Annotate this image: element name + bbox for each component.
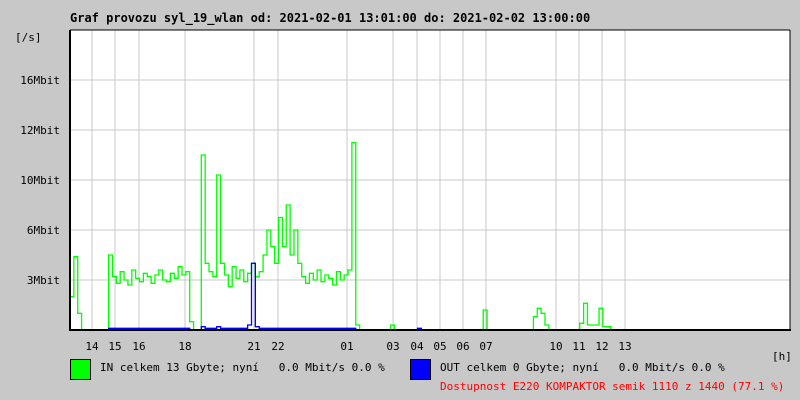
x-tick-label: 18 bbox=[178, 340, 191, 353]
x-tick-label: 14 bbox=[85, 340, 99, 353]
x-tick-label: 15 bbox=[108, 340, 121, 353]
x-tick-label: 06 bbox=[456, 340, 469, 353]
y-tick-label: 12Mbit bbox=[20, 124, 60, 137]
availability-text: Dostupnost E220 KOMPAKTOR semik 1110 z 1… bbox=[440, 380, 785, 393]
legend-out-text: OUT celkem 0 Gbyte; nyní 0.0 Mbit/s 0.0 … bbox=[440, 361, 725, 374]
x-tick-label: 10 bbox=[549, 340, 562, 353]
y-tick-label: 16Mbit bbox=[20, 74, 60, 87]
x-tick-label: 16 bbox=[132, 340, 145, 353]
x-tick-label: 05 bbox=[433, 340, 446, 353]
traffic-chart: 3Mbit 6Mbit 10Mbit 12Mbit 16Mbit 14 15 16 18 21 22… bbox=[20, 29, 791, 353]
y-tick-label: 3Mbit bbox=[27, 274, 60, 287]
x-tick-label: 01 bbox=[340, 340, 353, 353]
x-tick-label: 04 bbox=[410, 340, 424, 353]
x-tick-label: 11 bbox=[572, 340, 585, 353]
legend-out-swatch bbox=[410, 359, 431, 380]
legend-in-text: IN celkem 13 Gbyte; nyní 0.0 Mbit/s 0.0 … bbox=[100, 361, 385, 374]
x-tick-label: 03 bbox=[386, 340, 399, 353]
y-tick-label: 6Mbit bbox=[27, 224, 60, 237]
x-tick-label: 07 bbox=[479, 340, 492, 353]
y-tick-label: 10Mbit bbox=[20, 174, 60, 187]
x-tick-label: 13 bbox=[618, 340, 631, 353]
x-tick-label: 21 bbox=[247, 340, 260, 353]
x-tick-label: 12 bbox=[595, 340, 608, 353]
x-tick-label: 22 bbox=[271, 340, 284, 353]
legend-in-swatch bbox=[70, 359, 91, 380]
